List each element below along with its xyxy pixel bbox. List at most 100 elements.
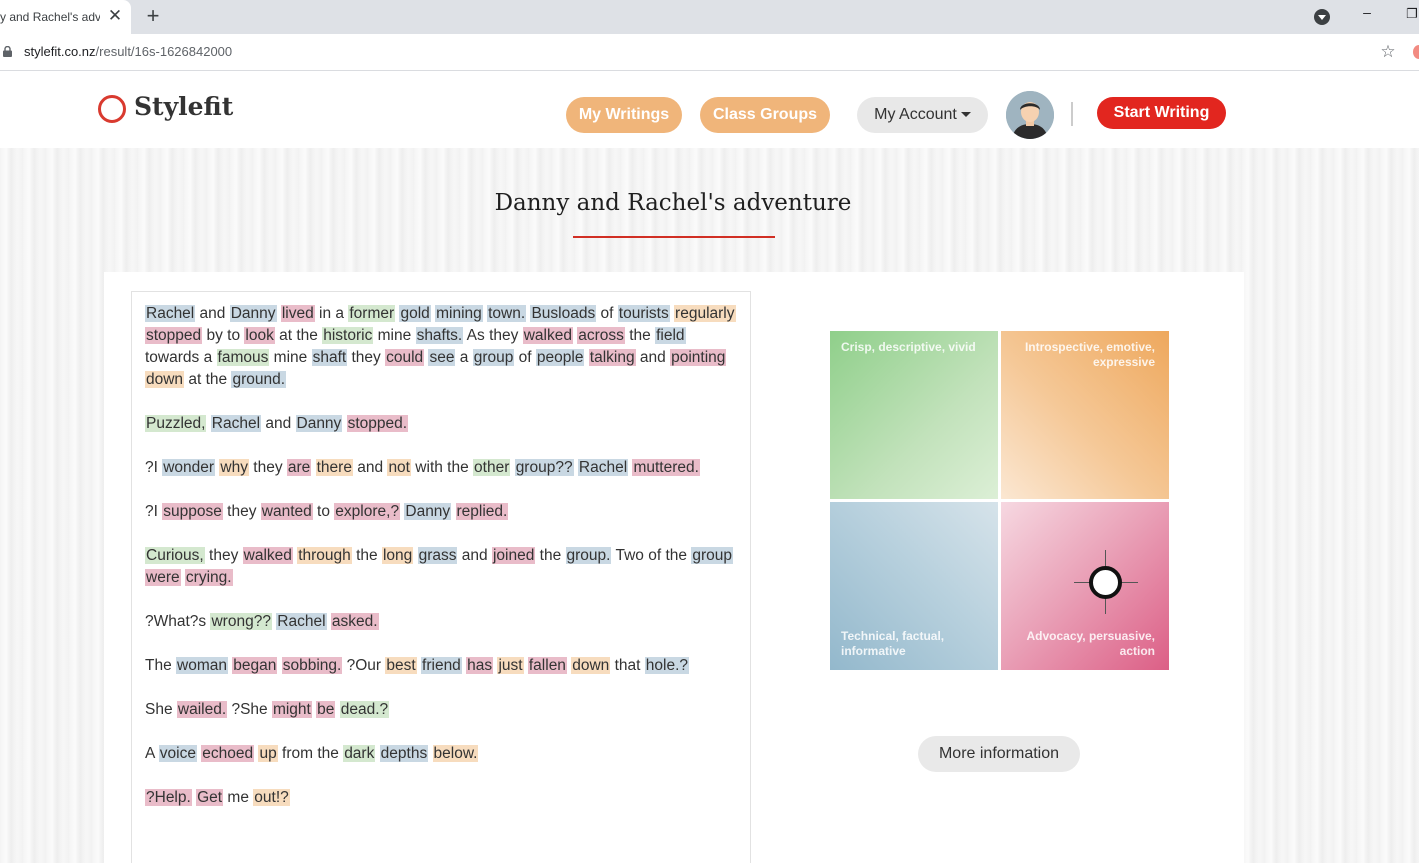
plain-text <box>428 745 432 762</box>
analyzed-text: Rachel and Danny lived in a former gold … <box>145 303 737 831</box>
highlighted-word: talking <box>588 349 636 366</box>
bookmark-star-icon[interactable]: ☆ <box>1378 42 1398 62</box>
new-tab-icon[interactable]: + <box>142 4 164 28</box>
highlighted-word: Rachel <box>276 613 327 630</box>
highlighted-word: Danny <box>295 415 343 432</box>
highlighted-word: woman <box>176 657 228 674</box>
highlighted-word: other <box>473 459 511 476</box>
address-bar[interactable]: stylefit.co.nz/result/16s-1626842000 ☆ <box>0 34 1419 71</box>
plain-text: and <box>261 415 296 432</box>
text-paragraph: ?I suppose they wanted to explore,? Dann… <box>145 501 737 523</box>
highlighted-word: hole.? <box>644 657 690 674</box>
highlighted-word: wonder <box>162 459 216 476</box>
plain-text: towards a <box>145 349 217 366</box>
highlighted-word: across <box>577 327 625 344</box>
highlighted-word: there <box>315 459 353 476</box>
highlighted-word: crying. <box>184 569 233 586</box>
plain-text <box>413 547 417 564</box>
close-tab-icon[interactable]: ✕ <box>107 7 123 25</box>
avatar[interactable] <box>1006 91 1054 139</box>
highlighted-word: asked. <box>330 613 379 630</box>
highlighted-word: shafts. <box>415 327 464 344</box>
highlighted-word: wanted <box>260 503 313 520</box>
text-paragraph: ?I wonder why they are there and not wit… <box>145 457 737 479</box>
highlighted-word: joined <box>491 547 536 564</box>
plain-text: from the <box>277 745 344 762</box>
plain-text: by to <box>202 327 245 344</box>
highlighted-word: people <box>535 349 585 366</box>
highlighted-word: long <box>381 547 414 564</box>
highlighted-word: Busloads <box>530 305 597 322</box>
highlighted-word: down <box>571 657 611 674</box>
url-text[interactable]: stylefit.co.nz/result/16s-1626842000 <box>24 44 232 59</box>
my-account-dropdown[interactable]: My Account <box>857 97 988 133</box>
highlighted-word: just <box>497 657 524 674</box>
plain-text: ?I <box>145 459 163 476</box>
my-writings-button[interactable]: My Writings <box>566 97 682 133</box>
start-writing-button[interactable]: Start Writing <box>1097 97 1226 129</box>
tab-search-icon[interactable] <box>1314 9 1330 25</box>
highlighted-word: historic <box>322 327 374 344</box>
highlighted-word: Rachel <box>210 415 262 432</box>
highlighted-word: stopped <box>145 327 203 344</box>
highlighted-word: walked <box>522 327 573 344</box>
highlighted-word: are <box>286 459 312 476</box>
highlighted-word: regularly <box>674 305 736 322</box>
highlighted-word: below. <box>432 745 479 762</box>
maximize-icon[interactable]: ❐ <box>1405 6 1419 26</box>
page-title: Danny and Rachel's adventure <box>494 190 852 216</box>
style-quadrant-chart: Crisp, descriptive, vivid Introspective,… <box>830 331 1169 670</box>
class-groups-button[interactable]: Class Groups <box>700 97 830 133</box>
plain-text: they <box>204 547 243 564</box>
highlighted-word: were <box>145 569 181 586</box>
plain-text: As they <box>463 327 523 344</box>
highlighted-word: gold <box>399 305 431 322</box>
site-navbar: Stylefit My Writings Class Groups My Acc… <box>0 71 1419 148</box>
plain-text: A <box>145 745 159 762</box>
highlighted-word: Curious, <box>145 547 205 564</box>
highlighted-word: Rachel <box>577 459 629 476</box>
highlighted-word: Rachel <box>145 305 196 322</box>
plain-text: they <box>248 459 287 476</box>
quadrant-technical: Technical, factual, informative <box>830 502 998 670</box>
quadrant-advocacy: Advocacy, persuasive, action <box>1001 502 1169 670</box>
text-paragraph: ?Help. Get me out!? <box>145 787 737 809</box>
plain-text: ?Our <box>342 657 386 674</box>
highlighted-word: might <box>271 701 312 718</box>
tab-title: y and Rachel's adve <box>0 10 100 24</box>
minimize-icon[interactable]: – <box>1360 4 1374 24</box>
plain-text: The <box>145 657 177 674</box>
user-avatar-icon <box>1006 91 1054 139</box>
analyzed-text-panel[interactable]: Rachel and Danny lived in a former gold … <box>131 291 751 863</box>
text-paragraph: Puzzled, Rachel and Danny stopped. <box>145 413 737 435</box>
plain-text: the <box>535 547 566 564</box>
extension-icon[interactable] <box>1413 45 1419 59</box>
browser-tab[interactable]: y and Rachel's adve ✕ <box>0 0 131 34</box>
quadrant-descriptive: Crisp, descriptive, vivid <box>830 331 998 499</box>
text-paragraph: The woman began sobbing. ?Our best frien… <box>145 655 737 677</box>
highlighted-word: why <box>219 459 249 476</box>
title-underline <box>573 236 775 238</box>
highlighted-word: wrong?? <box>210 613 272 630</box>
plain-text: mine <box>373 327 416 344</box>
highlighted-word: Danny <box>229 305 277 322</box>
text-paragraph: ?What?s wrong?? Rachel asked. <box>145 611 737 633</box>
plain-text: of <box>596 305 618 322</box>
highlighted-word: could <box>385 349 425 366</box>
plain-text: the <box>624 327 656 344</box>
highlighted-word: look <box>244 327 275 344</box>
more-information-button[interactable]: More information <box>918 736 1080 772</box>
plain-text: She <box>145 701 177 718</box>
highlighted-word: replied. <box>455 503 509 520</box>
nav-divider <box>1071 102 1073 126</box>
highlighted-word: friend <box>421 657 462 674</box>
highlighted-word: depths <box>379 745 429 762</box>
highlighted-word: group?? <box>514 459 574 476</box>
highlighted-word: lived <box>280 305 315 322</box>
text-paragraph: Curious, they walked through the long gr… <box>145 545 737 589</box>
quadrant-label-introspective: Introspective, emotive, expressive <box>1024 340 1155 369</box>
highlighted-word: walked <box>242 547 293 564</box>
highlighted-word: explore,? <box>334 503 401 520</box>
highlighted-word: echoed <box>201 745 255 762</box>
plain-text: they <box>347 349 386 366</box>
